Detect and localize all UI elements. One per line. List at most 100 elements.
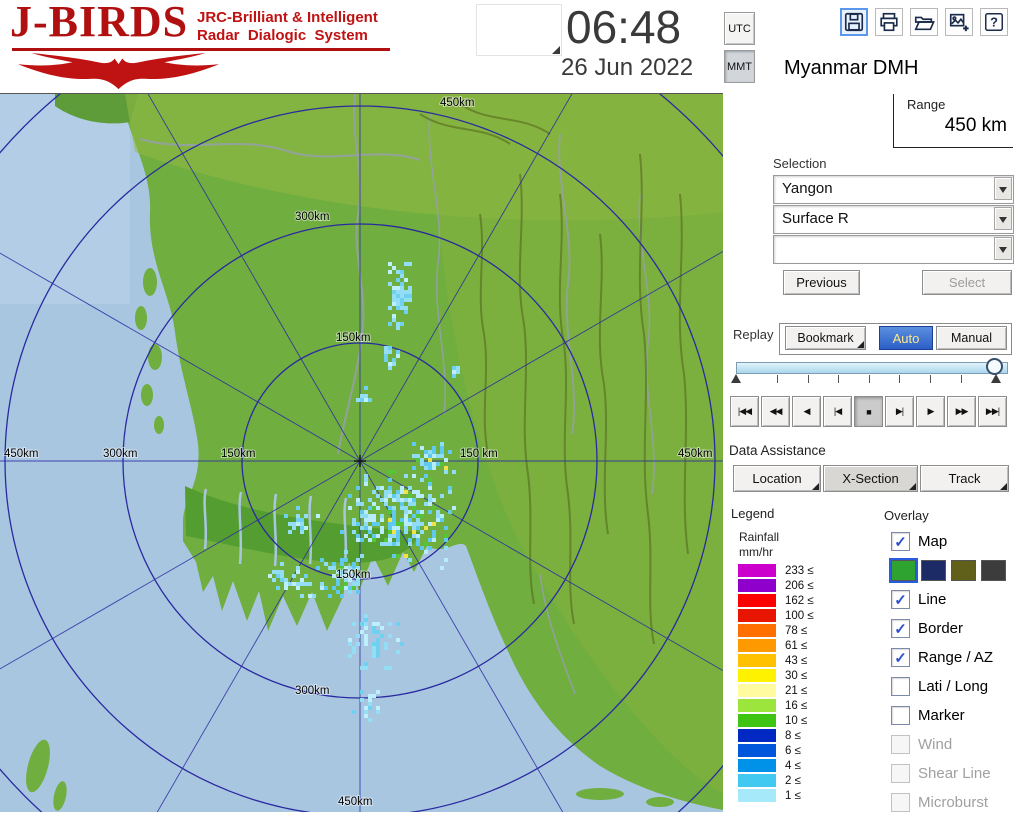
slider-tick [777, 375, 778, 383]
mmt-button[interactable]: MMT [724, 50, 755, 83]
auto-mode-button[interactable]: Auto [879, 326, 933, 350]
legend-value: 6 ≤ [785, 745, 801, 757]
chevron-down-icon[interactable] [994, 177, 1012, 200]
x-section-button[interactable]: X-Section [823, 465, 918, 492]
slider-end-marker-icon[interactable] [991, 374, 1001, 383]
time-slider-handle[interactable] [986, 358, 1003, 375]
slider-start-marker-icon[interactable] [731, 374, 741, 383]
logo-subtitle-1: JRC-Brilliant & Intelligent [197, 9, 378, 26]
help-button[interactable]: ? [980, 8, 1008, 36]
option-dropdown[interactable] [773, 235, 1014, 264]
playback-fast-rewind-button[interactable]: ◀◀ [761, 396, 790, 427]
selection-label: Selection [773, 156, 826, 171]
overlay-row-border: ✓Border [891, 614, 1030, 643]
legend-row: 6 ≤ [738, 744, 814, 757]
svg-text:450km: 450km [440, 97, 475, 109]
legend-swatch [738, 714, 776, 727]
product-dropdown-value: Surface R [782, 210, 849, 227]
legend-value: 162 ≤ [785, 595, 814, 607]
radar-map[interactable]: 450km300km150km450km300km150km150 km450k… [0, 93, 723, 812]
map-color-swatch-4[interactable] [981, 560, 1006, 581]
legend-scale: 233 ≤206 ≤162 ≤100 ≤78 ≤61 ≤43 ≤30 ≤21 ≤… [738, 564, 814, 804]
chevron-down-icon[interactable] [994, 207, 1012, 230]
chevron-down-icon[interactable] [994, 237, 1012, 260]
export-image-icon [948, 11, 970, 33]
playback-stop-button[interactable]: ■ [854, 396, 883, 427]
playback-fast-forward-button[interactable]: ▶▶ [947, 396, 976, 427]
svg-text:300km: 300km [295, 211, 330, 223]
legend-swatch [738, 654, 776, 667]
legend-value: 61 ≤ [785, 640, 807, 652]
open-folder-button[interactable] [910, 8, 938, 36]
svg-text:450km: 450km [4, 448, 39, 460]
utc-button[interactable]: UTC [724, 12, 755, 45]
help-icon: ? [983, 11, 1005, 33]
legend-value: 78 ≤ [785, 625, 807, 637]
playback-step-back-button[interactable]: |◀ [823, 396, 852, 427]
playback-skip-end-button[interactable]: ▶▶| [978, 396, 1007, 427]
overlay-checkbox-map[interactable]: ✓ [891, 532, 910, 551]
track-button[interactable]: Track [920, 465, 1009, 492]
overlay-options: ✓Map✓Line✓Border✓Range / AZLati / LongMa… [891, 527, 1030, 817]
select-button[interactable]: Select [922, 270, 1012, 295]
playback-skip-start-button[interactable]: |◀◀ [730, 396, 759, 427]
overlay-row-lati-long: Lati / Long [891, 672, 1030, 701]
playback-controls: |◀◀◀◀◀|◀■▶|▶▶▶▶▶| [730, 396, 1011, 427]
overlay-option-label: Map [918, 533, 947, 550]
overlay-row-line: ✓Line [891, 585, 1030, 614]
legend-swatch [738, 639, 776, 652]
overlay-row-microburst: Microburst [891, 788, 1030, 817]
print-button[interactable] [875, 8, 903, 36]
range-display: Range 450 km [893, 94, 1013, 148]
playback-step-forward-button[interactable]: ▶| [885, 396, 914, 427]
logo-title: J-BIRDS [10, 0, 188, 47]
legend-row: 21 ≤ [738, 684, 814, 697]
legend-swatch [738, 564, 776, 577]
open-folder-icon [913, 11, 935, 33]
legend-value: 10 ≤ [785, 715, 807, 727]
overlay-option-label: Microburst [918, 794, 988, 811]
svg-text:150km: 150km [336, 569, 371, 581]
playback-play-button[interactable]: ▶ [916, 396, 945, 427]
legend-row: 233 ≤ [738, 564, 814, 577]
product-dropdown[interactable]: Surface R [773, 205, 1014, 234]
legend-row: 30 ≤ [738, 669, 814, 682]
legend-value: 30 ≤ [785, 670, 807, 682]
legend-value: 2 ≤ [785, 775, 801, 787]
legend-swatch [738, 669, 776, 682]
clock-date: 26 Jun 2022 [561, 54, 693, 82]
svg-text:150 km: 150 km [460, 448, 498, 460]
slider-tick [899, 375, 900, 383]
overlay-option-label: Range / AZ [918, 649, 993, 666]
manual-mode-button[interactable]: Manual [936, 326, 1007, 350]
location-button[interactable]: Location [733, 465, 821, 492]
slider-tick [869, 375, 870, 383]
overlay-checkbox-marker[interactable] [891, 706, 910, 725]
radar-map-canvas[interactable]: 450km300km150km450km300km150km150 km450k… [0, 94, 723, 812]
overlay-option-label: Wind [918, 736, 952, 753]
overlay-checkbox-border[interactable]: ✓ [891, 619, 910, 638]
legend-row: 2 ≤ [738, 774, 814, 787]
legend-row: 4 ≤ [738, 759, 814, 772]
site-dropdown[interactable]: Yangon [773, 175, 1014, 204]
map-color-swatch-3[interactable] [951, 560, 976, 581]
map-color-swatch-2[interactable] [921, 560, 946, 581]
replay-mode-group: Bookmark Auto Manual [779, 323, 1012, 355]
bookmark-button[interactable]: Bookmark [785, 326, 866, 350]
legend-row: 78 ≤ [738, 624, 814, 637]
map-color-swatch-1[interactable] [891, 560, 916, 581]
legend-swatch [738, 759, 776, 772]
previous-button[interactable]: Previous [783, 270, 860, 295]
overlay-checkbox-range-az[interactable]: ✓ [891, 648, 910, 667]
logo-underline [12, 48, 390, 51]
export-image-button[interactable] [945, 8, 973, 36]
playback-play-reverse-button[interactable]: ◀ [792, 396, 821, 427]
overlay-checkbox-lati-long[interactable] [891, 677, 910, 696]
save-button[interactable] [840, 8, 868, 36]
legend-unit-mmhr: mm/hr [739, 545, 773, 559]
overlay-checkbox-line[interactable]: ✓ [891, 590, 910, 609]
legend-swatch [738, 624, 776, 637]
legend-value: 4 ≤ [785, 760, 801, 772]
svg-text:150km: 150km [336, 332, 371, 344]
resize-corner-icon[interactable] [552, 46, 560, 54]
